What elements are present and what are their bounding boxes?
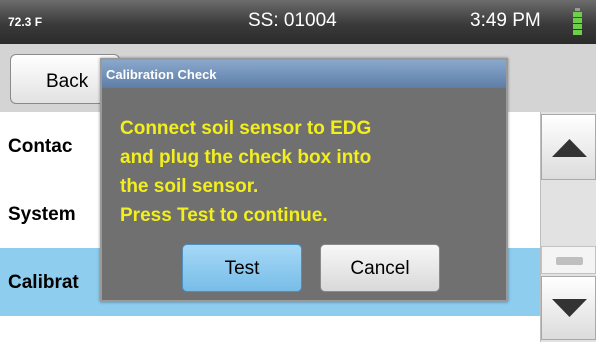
dialog-message-line: Connect soil sensor to EDG — [120, 118, 372, 139]
status-bar: 72.3 F SS: 01004 3:49 PM — [0, 0, 596, 44]
battery-full-icon — [572, 8, 583, 36]
list-item-label: Calibrat — [8, 272, 79, 293]
test-button[interactable]: Test — [182, 244, 302, 292]
grip-icon — [556, 257, 583, 265]
dialog-title: Calibration Check — [102, 60, 506, 88]
triangle-up-icon — [552, 139, 587, 157]
dialog-message-line: and plug the check box into — [120, 147, 372, 168]
triangle-down-icon — [552, 299, 587, 317]
dialog-message-line: the soil sensor. — [120, 176, 259, 197]
list-item-label: Contac — [8, 136, 73, 157]
cancel-button[interactable]: Cancel — [320, 244, 440, 292]
temperature-readout: 72.3 F — [8, 15, 43, 29]
scroll-up-button[interactable] — [541, 114, 596, 180]
serial-number: SS: 01004 — [248, 10, 337, 31]
calibration-dialog: Calibration Check Connect soil sensor to… — [100, 58, 508, 302]
clock: 3:49 PM — [470, 10, 541, 31]
list-item-label: System — [8, 204, 76, 225]
dialog-message-line: Press Test to continue. — [120, 205, 328, 226]
scrollbar[interactable] — [540, 112, 596, 342]
scroll-down-button[interactable] — [541, 276, 596, 340]
scroll-thumb[interactable] — [541, 246, 596, 274]
